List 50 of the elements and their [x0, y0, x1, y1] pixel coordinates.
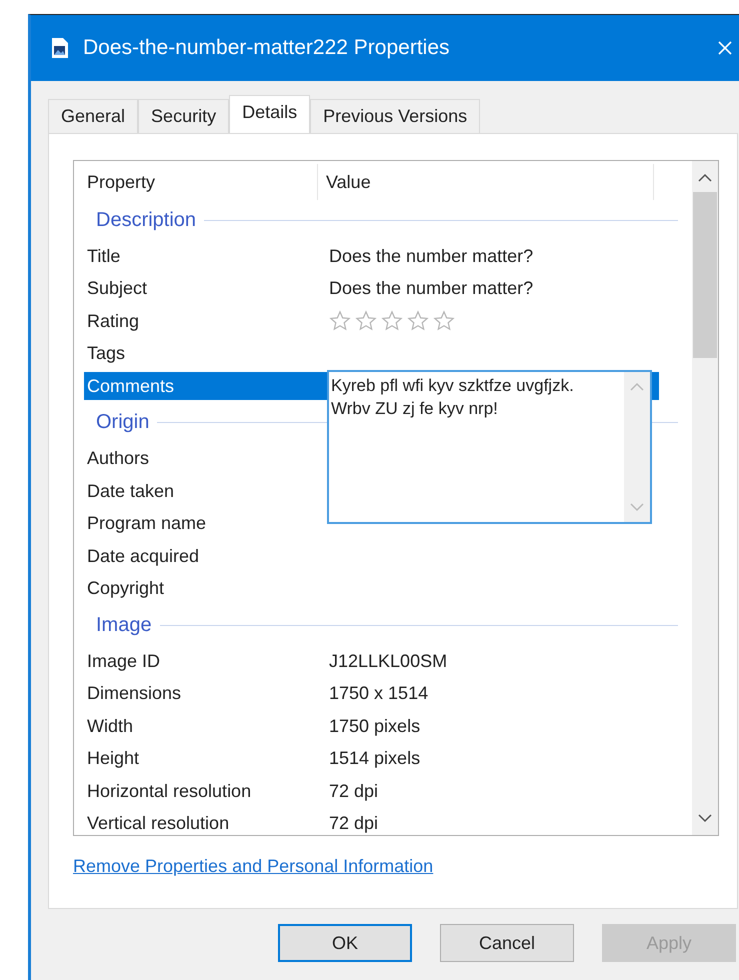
close-icon[interactable]: [717, 40, 733, 56]
property-name[interactable]: Tags: [84, 340, 329, 368]
property-name[interactable]: Width: [84, 712, 329, 740]
property-value: 1750 x 1514: [329, 683, 428, 704]
property-value: J12LLKL00SM: [329, 650, 448, 672]
tab[interactable]: General: [48, 99, 138, 133]
scrollbar[interactable]: [692, 161, 718, 835]
property-name[interactable]: Horizontal resolution: [84, 777, 329, 806]
star-rating[interactable]: [329, 310, 455, 332]
property-name[interactable]: Dimensions: [84, 680, 329, 708]
dialog-button[interactable]: Cancel: [440, 924, 574, 962]
group-heading: Origin: [96, 411, 150, 434]
property-name[interactable]: Vertical resolution: [84, 810, 329, 835]
star-icon: [433, 310, 455, 332]
property-name[interactable]: Program name: [84, 510, 329, 538]
comment-text: Kyreb pfl wfi kyv szktfze uvgfjzk. Wrbv ZU zj fe kyv nrp!: [330, 375, 575, 420]
column-header[interactable]: Value: [318, 164, 654, 200]
group-heading: Image: [96, 614, 152, 636]
star-icon: [355, 310, 377, 332]
property-value: Does the number matter?: [329, 278, 534, 300]
property-name[interactable]: Rating: [84, 307, 329, 336]
remove-properties-link[interactable]: Remove Properties and Personal Information: [73, 856, 434, 877]
image-file-icon: [51, 37, 69, 59]
tab[interactable]: Security: [138, 99, 230, 133]
scroll-thumb[interactable]: [693, 192, 717, 358]
tab[interactable]: Details: [229, 95, 310, 133]
tab[interactable]: Previous Versions: [310, 99, 480, 133]
property-name[interactable]: Date acquired: [84, 542, 329, 570]
property-name[interactable]: Date taken: [84, 477, 329, 506]
scrollbar[interactable]: [624, 372, 650, 522]
property-name[interactable]: Subject: [84, 274, 329, 303]
star-icon: [381, 310, 403, 332]
column-header[interactable]: Property: [84, 164, 318, 200]
star-icon: [329, 310, 351, 332]
property-name[interactable]: Copyright: [84, 574, 329, 603]
property-value: 72 dpi: [329, 813, 378, 834]
property-name[interactable]: Height: [84, 744, 329, 773]
window-title: Does-the-number-matter222 Properties: [83, 36, 450, 60]
group-heading: Description: [96, 208, 196, 232]
property-value: 1514 pixels: [329, 748, 420, 770]
property-name[interactable]: Image ID: [84, 647, 329, 676]
property-name[interactable]: Title: [84, 242, 329, 270]
property-value: 1750 pixels: [329, 716, 420, 737]
property-name[interactable]: Authors: [84, 444, 329, 473]
property-value: Does the number matter?: [329, 246, 534, 267]
star-icon: [407, 310, 429, 332]
comments-field[interactable]: Kyreb pfl wfi kyv szktfze uvgfjzk. Wrbv ZU zj fe kyv nrp!: [327, 370, 652, 524]
property-value: 72 dpi: [329, 780, 378, 802]
dialog-button[interactable]: OK: [278, 924, 412, 962]
property-name[interactable]: Comments: [84, 372, 329, 400]
